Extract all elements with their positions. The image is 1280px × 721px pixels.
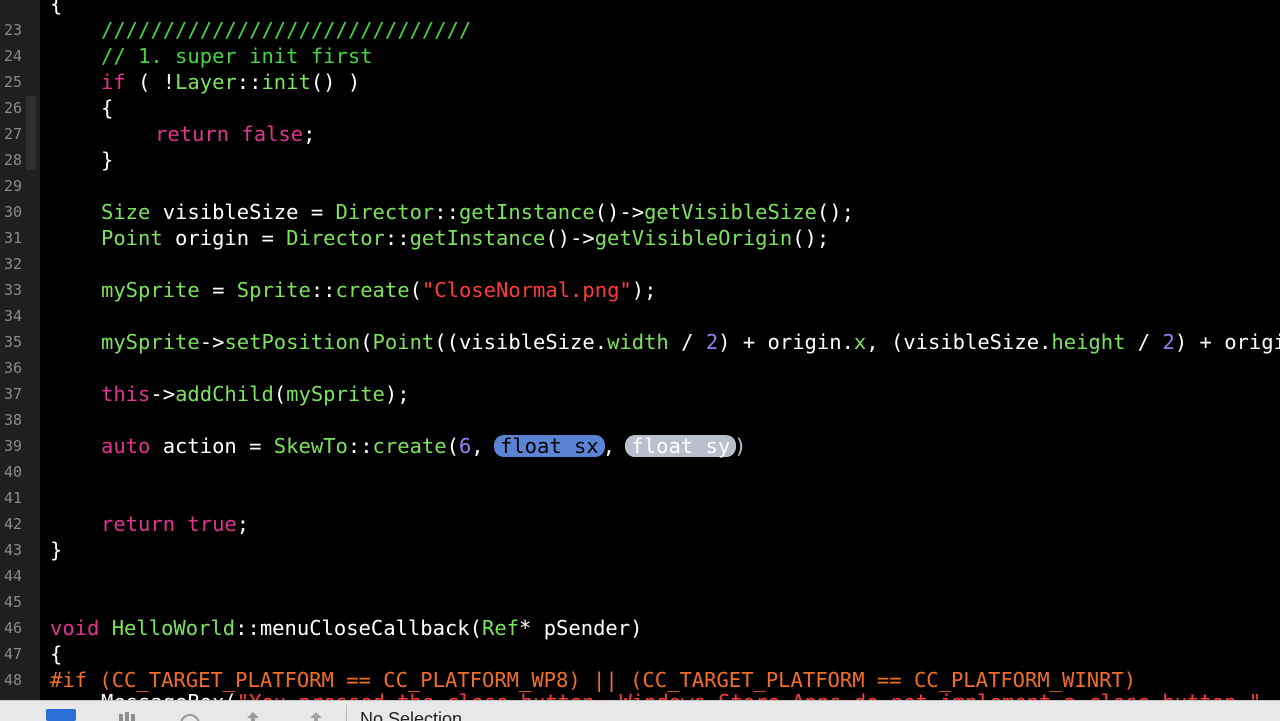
line-number: 33 [3,281,22,299]
navigator-icon[interactable] [46,709,76,721]
line-number: 43 [3,541,22,559]
line-number: 32 [3,255,22,273]
refresh-icon[interactable] [178,709,202,721]
line-number: 29 [3,177,22,195]
folder-up-icon[interactable] [306,709,326,721]
line-number: 27 [3,125,22,143]
code-line: } [50,538,63,562]
debug-status-bar: No Selection [0,700,1280,721]
line-number: 35 [3,333,22,351]
code-line-partial: MessageBox("You pressed the close button… [101,689,1261,700]
line-number: 40 [3,463,22,481]
code-line: { [50,0,63,16]
code-line-comment: // 1. super init first [101,44,373,68]
code-editor[interactable]: 23 24 25 26 27 28 29 30 31 32 33 34 35 3… [0,0,1280,700]
code-line-comment: ////////////////////////////// [101,18,472,42]
line-number: 23 [3,21,22,39]
line-number: 39 [3,437,22,455]
code-line-current[interactable]: auto action = SkewTo::create(6, float sx… [101,433,747,459]
upload-icon[interactable] [244,709,262,721]
code-line: Size visibleSize = Director::getInstance… [101,200,854,224]
line-number: 30 [3,203,22,221]
line-number: 31 [3,229,22,247]
code-line: this->addChild(mySprite); [101,382,410,406]
line-number: 48 [3,671,22,689]
code-line: mySprite->setPosition(Point((visibleSize… [101,330,1280,354]
code-line: { [101,96,114,120]
code-line: Point origin = Director::getInstance()->… [101,226,830,250]
line-number: 36 [3,359,22,377]
code-line: return false; [155,122,316,146]
gutter-scroll-marker [26,96,36,170]
code-line: return true; [101,512,250,536]
line-number: 37 [3,385,22,403]
line-number: 45 [3,593,22,611]
line-number: 41 [3,489,22,507]
line-number: 26 [3,99,22,117]
code-line: { [50,642,63,666]
line-number: 24 [3,47,22,65]
code-line: if ( !Layer::init() ) [101,70,361,94]
line-number: 28 [3,151,22,169]
line-number: 47 [3,645,22,663]
line-number: 46 [3,619,22,637]
grid-icon[interactable] [118,709,136,721]
placeholder-token-sx[interactable]: float sx [493,435,605,457]
status-divider [346,705,347,721]
line-number: 25 [3,73,22,91]
line-number: 38 [3,411,22,429]
line-number: 42 [3,515,22,533]
line-number: 44 [3,567,22,585]
code-line: mySprite = Sprite::create("CloseNormal.p… [101,278,657,302]
selection-status-label: No Selection [360,709,463,721]
line-number: 34 [3,307,22,325]
placeholder-token-sy[interactable]: float sy [625,435,737,457]
code-line: } [101,148,114,172]
code-line: void HelloWorld::menuCloseCallback(Ref* … [50,616,643,640]
